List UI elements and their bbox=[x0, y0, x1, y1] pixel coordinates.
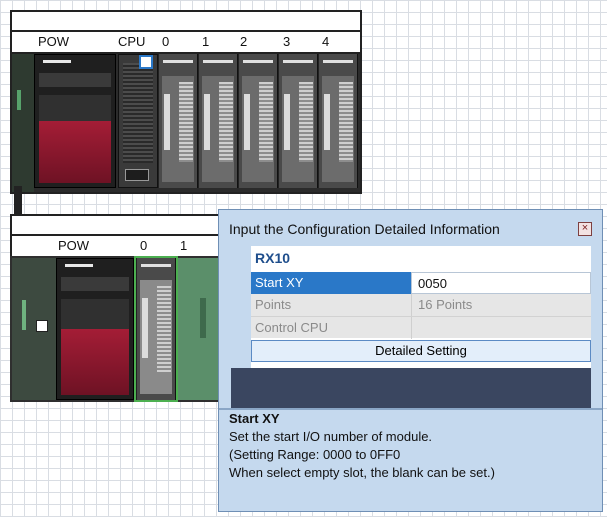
top-rack-slot-divider bbox=[10, 30, 362, 32]
bottom-rack-connector bbox=[36, 320, 48, 332]
start-xy-field[interactable]: 0050 bbox=[411, 272, 591, 294]
top-slot-label-3: 3 bbox=[283, 34, 291, 49]
top-slot-label-4: 4 bbox=[322, 34, 330, 49]
io-module-terminal bbox=[219, 82, 233, 162]
help-text: Start XY Set the start I/O number of mod… bbox=[229, 408, 591, 482]
io-module-led bbox=[284, 94, 290, 150]
control-cpu-value bbox=[411, 317, 591, 339]
row-control-cpu: Control CPU bbox=[251, 316, 591, 339]
bottom-slot-label-1: 1 bbox=[180, 238, 188, 253]
top-power-module[interactable] bbox=[34, 54, 116, 188]
bottom-io-module-0-selected[interactable] bbox=[134, 256, 178, 402]
power-module-cover-2 bbox=[61, 299, 129, 333]
top-io-module-3[interactable] bbox=[278, 54, 318, 188]
bottom-rack-left-rail bbox=[12, 258, 56, 400]
help-line-2: (Setting Range: 0000 to 0FF0 bbox=[229, 447, 401, 462]
cpu-selected-indicator bbox=[139, 55, 153, 69]
control-cpu-label: Control CPU bbox=[255, 320, 328, 335]
detailed-setting-button[interactable]: Detailed Setting bbox=[251, 340, 591, 362]
io-module-led bbox=[142, 298, 148, 358]
top-io-module-4[interactable] bbox=[318, 54, 358, 188]
io-module-topbar bbox=[283, 60, 313, 63]
help-line-3: When select empty slot, the blank can be… bbox=[229, 465, 495, 480]
row-start-xy[interactable]: Start XY 0050 bbox=[251, 272, 591, 294]
io-module-led bbox=[244, 94, 250, 150]
power-module-tab bbox=[43, 60, 71, 63]
io-module-terminal bbox=[259, 82, 273, 162]
bottom-slot-label-pow: POW bbox=[58, 238, 90, 253]
start-xy-label: Start XY bbox=[251, 272, 411, 294]
bottom-power-module[interactable] bbox=[56, 258, 134, 400]
io-module-led bbox=[164, 94, 170, 150]
bottom-rack-header bbox=[10, 214, 220, 258]
detailed-setting-label: Detailed Setting bbox=[375, 343, 467, 358]
module-name: RX10 bbox=[255, 250, 291, 266]
empty-slot-mark bbox=[200, 298, 206, 338]
power-module-cover bbox=[39, 73, 111, 87]
top-rack-left-rail-accent bbox=[17, 90, 21, 110]
points-value: 16 Points bbox=[411, 294, 591, 316]
close-icon[interactable]: × bbox=[578, 222, 592, 236]
io-module-topbar bbox=[243, 60, 273, 63]
cpu-port bbox=[125, 169, 149, 181]
top-cpu-module[interactable] bbox=[118, 54, 158, 188]
top-io-module-0[interactable] bbox=[158, 54, 198, 188]
io-module-topbar bbox=[323, 60, 353, 63]
row-points: Points 16 Points bbox=[251, 294, 591, 316]
power-module-red-panel bbox=[39, 121, 111, 183]
cpu-vent bbox=[123, 63, 153, 163]
top-slot-label-pow: POW bbox=[38, 34, 70, 49]
bottom-slot-label-0: 0 bbox=[140, 238, 148, 253]
top-slot-label-0: 0 bbox=[162, 34, 170, 49]
bottom-rack-slot-divider bbox=[10, 234, 220, 236]
dialog-title: Input the Configuration Detailed Informa… bbox=[229, 221, 500, 237]
io-module-terminal bbox=[157, 286, 171, 372]
points-label: Points bbox=[255, 297, 292, 312]
io-module-topbar bbox=[141, 264, 171, 267]
io-module-led bbox=[324, 94, 330, 150]
io-module-led bbox=[204, 94, 210, 150]
power-module-red-panel bbox=[61, 329, 129, 395]
bottom-rack-left-rail-accent bbox=[22, 300, 26, 330]
property-panel: RX10 Start XY 0050 Points 16 Points Cont… bbox=[231, 246, 591, 408]
io-module-terminal bbox=[299, 82, 313, 162]
power-module-cover bbox=[61, 277, 129, 291]
top-io-module-1[interactable] bbox=[198, 54, 238, 188]
help-heading: Start XY bbox=[229, 411, 280, 426]
io-module-topbar bbox=[203, 60, 233, 63]
top-rack-left-rail bbox=[12, 54, 34, 192]
top-slot-label-2: 2 bbox=[240, 34, 248, 49]
top-slot-label-cpu: CPU bbox=[118, 34, 146, 49]
power-module-tab bbox=[65, 264, 93, 267]
config-detail-dialog: Input the Configuration Detailed Informa… bbox=[218, 209, 603, 512]
bottom-empty-slot-1[interactable] bbox=[178, 258, 218, 400]
help-line-1: Set the start I/O number of module. bbox=[229, 429, 433, 444]
io-module-topbar bbox=[163, 60, 193, 63]
top-slot-label-1: 1 bbox=[202, 34, 210, 49]
io-module-terminal bbox=[339, 82, 353, 162]
io-module-terminal bbox=[179, 82, 193, 162]
top-io-module-2[interactable] bbox=[238, 54, 278, 188]
dark-band bbox=[231, 368, 591, 408]
